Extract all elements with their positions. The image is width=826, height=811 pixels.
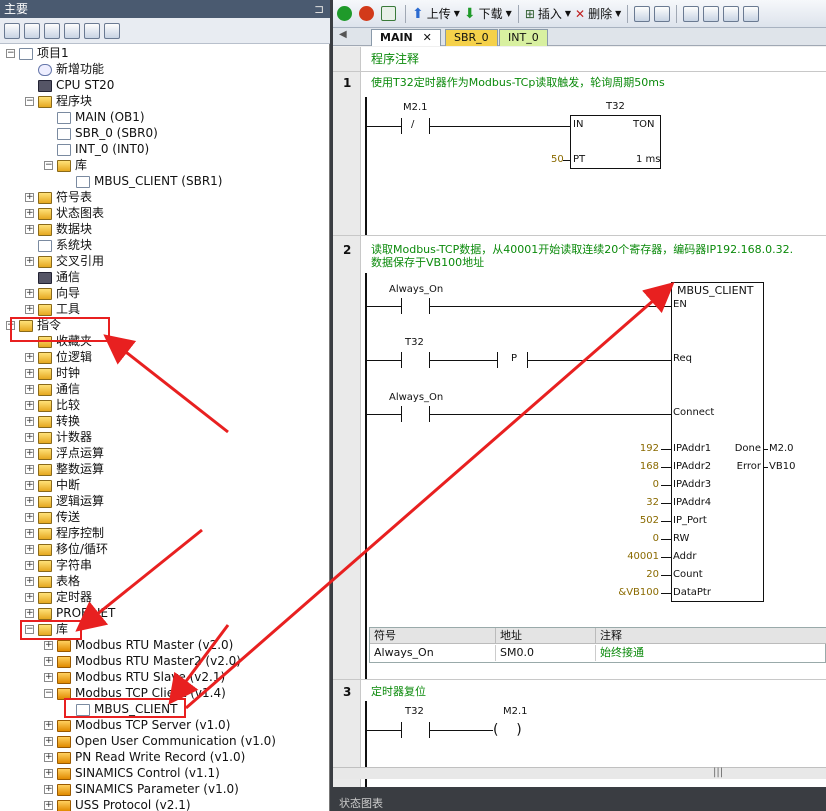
arrow-to-instructions (103, 334, 229, 434)
arrow-to-library (75, 528, 203, 632)
arrow-to-block (185, 282, 675, 710)
annotation-arrows (75, 282, 675, 710)
arrow-to-client (168, 624, 230, 705)
